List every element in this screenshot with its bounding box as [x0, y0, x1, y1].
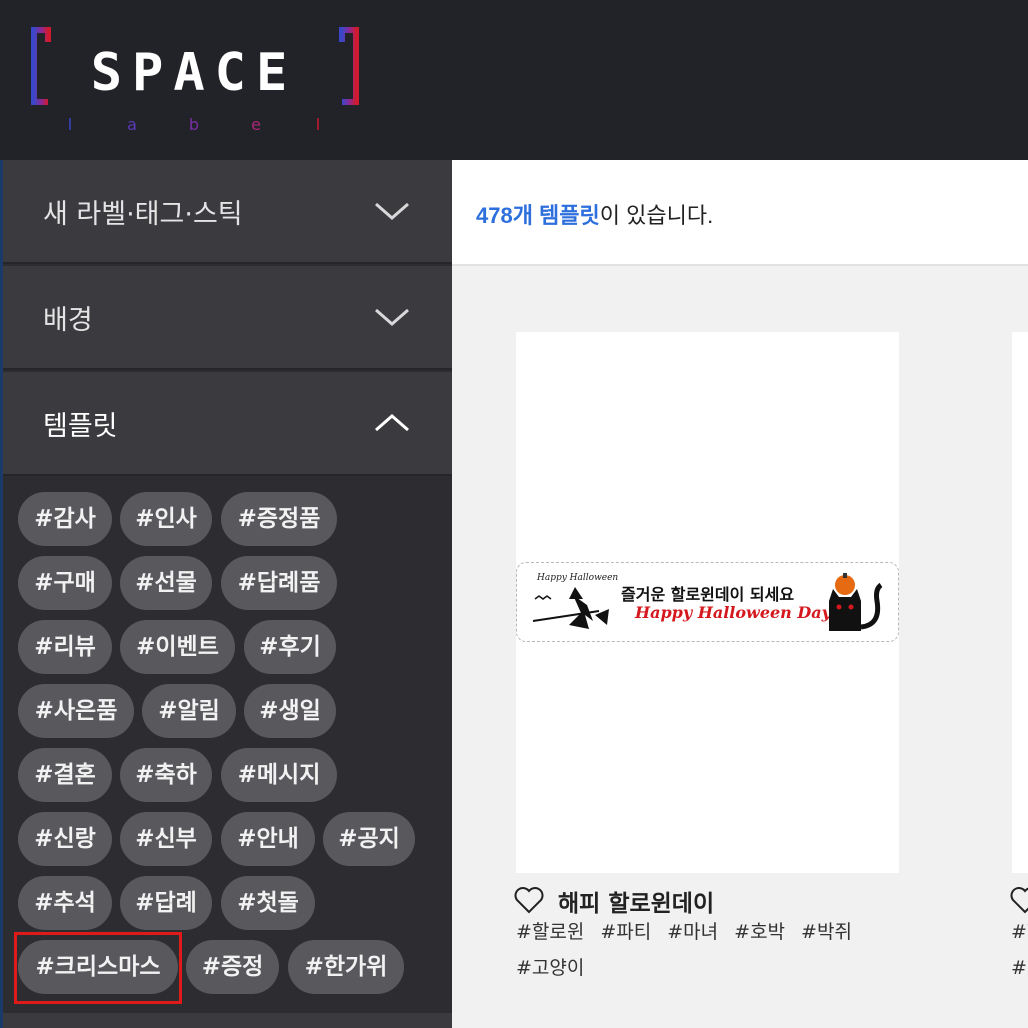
chevron-down-icon: [375, 308, 409, 326]
logo-sub-l2: l: [316, 115, 320, 134]
card-tag[interactable]: #파티: [600, 914, 651, 950]
space-label-logo[interactable]: SPACE l a b e l: [28, 26, 360, 138]
template-count-number: 478개 템플릿: [476, 203, 600, 228]
card-tag[interactable]: #박: [1011, 950, 1028, 986]
black-cat-pumpkin-icon: [829, 573, 883, 631]
tag-chip[interactable]: #증정품: [221, 492, 337, 546]
tag-chip[interactable]: #메시지: [221, 748, 337, 802]
tag-chip[interactable]: #추석: [18, 876, 112, 930]
card-tag[interactable]: #마녀: [667, 914, 718, 950]
tag-chip[interactable]: #선물: [120, 556, 212, 610]
tag-chip[interactable]: #공지: [323, 812, 415, 866]
tag-chip[interactable]: #첫돌: [221, 876, 315, 930]
tag-chip[interactable]: #감사: [18, 492, 112, 546]
card-title[interactable]: 해피 할로윈데이: [558, 884, 714, 918]
template-count-suffix: 이 있습니다.: [599, 203, 714, 228]
accordion-background[interactable]: 배경: [3, 266, 452, 370]
tag-chip[interactable]: #인사: [120, 492, 212, 546]
card-tag[interactable]: #고양이: [516, 950, 584, 986]
witch-icon: [532, 587, 609, 629]
card-tag[interactable]: #할: [1011, 914, 1028, 950]
chevron-down-icon: [375, 202, 409, 220]
tag-chip[interactable]: #한가위: [288, 940, 404, 994]
top-bar: SPACE l a b e l: [0, 0, 1028, 160]
accordion-new-label-tag-stick[interactable]: 새 라벨·태그·스틱: [3, 160, 452, 264]
tag-chip[interactable]: #축하: [120, 748, 212, 802]
result-header: 478개 템플릿이 있습니다.: [452, 160, 1028, 266]
heart-icon[interactable]: [1010, 886, 1028, 914]
heart-icon[interactable]: [514, 886, 544, 914]
template-card-preview[interactable]: Happy Halloween 즐거운 할로윈데이 되세요 Happy Hall…: [516, 332, 899, 873]
tag-chip[interactable]: #이벤트: [120, 620, 235, 674]
template-card-preview-2[interactable]: [1012, 332, 1028, 873]
accordion-template[interactable]: 템플릿: [3, 372, 452, 476]
card-tag[interactable]: #할로윈: [516, 914, 584, 950]
tag-chip[interactable]: #안내: [221, 812, 315, 866]
label-small-text: Happy Halloween: [537, 573, 619, 583]
selection-highlight-box: [14, 932, 182, 1004]
tag-chip[interactable]: #사은품: [18, 684, 134, 738]
tag-chip[interactable]: #신랑: [18, 812, 112, 866]
accordion-label: 템플릿: [43, 410, 118, 442]
label-sub-text: Happy Halloween Day: [635, 603, 831, 622]
tag-chip[interactable]: #알림: [142, 684, 236, 738]
tag-chip[interactable]: #리뷰: [18, 620, 112, 674]
tag-chip[interactable]: #증정: [186, 940, 279, 994]
tag-chip[interactable]: #후기: [244, 620, 336, 674]
accordion-label: 새 라벨·태그·스틱: [43, 198, 243, 230]
logo-sub-l: l: [68, 115, 72, 134]
logo-sub-e: e: [251, 115, 261, 134]
sidebar-bottom-section: [3, 1013, 452, 1028]
chevron-up-icon: [375, 414, 409, 432]
logo-sub-b: b: [189, 115, 199, 134]
tag-chip[interactable]: #생일: [244, 684, 336, 738]
template-count-text: 478개 템플릿이 있습니다.: [476, 198, 713, 230]
halloween-label-preview: Happy Halloween 즐거운 할로윈데이 되세요 Happy Hall…: [516, 562, 899, 642]
card-tags: #할로윈 #파티 #마녀 #호박 #박쥐 #고양이: [516, 914, 876, 986]
accordion-label: 배경: [43, 304, 93, 336]
label-main-text: 즐거운 할로윈데이 되세요: [621, 585, 795, 604]
card-tags-partial: #할 #박: [1011, 914, 1028, 986]
tag-chip[interactable]: #신부: [120, 812, 212, 866]
card-tag[interactable]: #호박: [734, 914, 785, 950]
logo-sub-a: a: [127, 115, 137, 134]
tag-chip[interactable]: #결혼: [18, 748, 112, 802]
tag-chip[interactable]: #구매: [18, 556, 112, 610]
logo-main-text: SPACE: [91, 43, 298, 103]
card-tag[interactable]: #박쥐: [801, 914, 852, 950]
tag-chip[interactable]: #답례품: [221, 556, 337, 610]
tag-chip[interactable]: #답례: [120, 876, 212, 930]
